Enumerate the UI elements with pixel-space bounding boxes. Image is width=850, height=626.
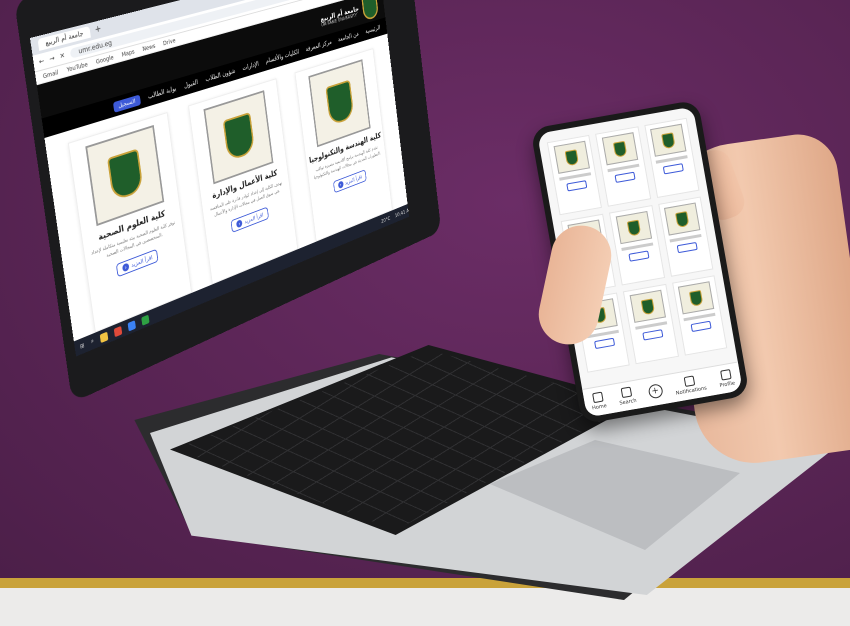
college-card[interactable]: كلية الهندسة والتكنولوجيا تقدم كلية الهن… bbox=[294, 48, 393, 242]
college-image bbox=[308, 59, 371, 148]
phone-nav-label: Notifications bbox=[675, 385, 708, 397]
read-more-button[interactable]: › اقرأ المزيد bbox=[332, 169, 367, 194]
phone-card-image bbox=[629, 289, 666, 323]
phone-card-image bbox=[664, 202, 701, 236]
university-shield-icon bbox=[361, 0, 379, 22]
bell-icon bbox=[683, 375, 696, 387]
phone-card-button[interactable] bbox=[628, 250, 650, 262]
folder-icon[interactable] bbox=[99, 331, 109, 343]
college-image bbox=[84, 125, 164, 227]
phone-card-title bbox=[655, 155, 688, 164]
college-card[interactable]: كلية الأعمال والإدارة تهدف الكلية إلى إع… bbox=[188, 78, 299, 285]
browser-icon[interactable] bbox=[127, 319, 137, 331]
weather-readout: 20°C bbox=[380, 215, 391, 225]
phone-card-title bbox=[621, 242, 654, 251]
phone-card-button[interactable] bbox=[614, 171, 636, 183]
search-icon bbox=[620, 386, 633, 399]
arrow-icon: › bbox=[236, 219, 243, 229]
phone-nav-home[interactable]: Home bbox=[590, 391, 608, 412]
windows-start-icon[interactable]: ⊞ bbox=[80, 342, 85, 350]
phone-card-button[interactable] bbox=[565, 180, 588, 192]
read-more-label: اقرأ المزيد bbox=[244, 211, 264, 225]
add-icon[interactable]: + bbox=[647, 383, 664, 400]
phone-card-button[interactable] bbox=[663, 163, 685, 175]
phone-card-button[interactable] bbox=[676, 241, 699, 254]
user-icon bbox=[719, 369, 732, 381]
shield-icon bbox=[626, 219, 642, 236]
college-image bbox=[203, 90, 274, 185]
phone-nav-label: Search bbox=[619, 397, 638, 407]
phone-nav-notifications[interactable]: Notifications bbox=[673, 374, 707, 397]
footer-band bbox=[0, 588, 850, 626]
shield-icon bbox=[689, 289, 704, 307]
nav-item[interactable]: الرئيسية bbox=[365, 24, 381, 35]
search-icon[interactable]: ⌕ bbox=[91, 337, 95, 346]
phone-card-button[interactable] bbox=[690, 320, 712, 332]
phone-card[interactable] bbox=[623, 283, 679, 365]
shield-icon bbox=[675, 210, 690, 228]
phone-card-title bbox=[635, 321, 668, 330]
shield-icon bbox=[325, 79, 355, 126]
shield-icon bbox=[612, 140, 628, 158]
phone-card-title bbox=[607, 163, 640, 173]
bookmark-item[interactable]: Maps bbox=[121, 48, 135, 58]
forward-icon[interactable]: → bbox=[49, 54, 55, 63]
whatsapp-icon[interactable] bbox=[141, 313, 150, 326]
phone-card-button[interactable] bbox=[593, 337, 615, 350]
phone-nav-search[interactable]: Search bbox=[617, 386, 637, 407]
shield-icon bbox=[640, 297, 656, 315]
bookmark-item[interactable]: News bbox=[142, 42, 156, 52]
site-title-block: جامعة أم الربيع UM RABIE UNIVERSITY bbox=[320, 4, 360, 27]
bookmark-item[interactable]: Gmail bbox=[42, 69, 58, 80]
phone-card-image bbox=[553, 140, 590, 174]
phone-card-image bbox=[650, 123, 687, 157]
phone-card[interactable] bbox=[643, 117, 700, 199]
app-icon[interactable] bbox=[114, 325, 123, 337]
read-more-label: اقرأ المزيد bbox=[130, 253, 153, 269]
phone-nav-label: Home bbox=[591, 403, 608, 412]
phone-card-title bbox=[558, 172, 591, 181]
phone-card-title bbox=[683, 312, 716, 322]
shield-icon bbox=[106, 148, 144, 202]
reload-icon[interactable]: ✕ bbox=[59, 51, 65, 60]
phone-nav-label: Profile bbox=[719, 380, 736, 390]
phone-nav-profile[interactable]: Profile bbox=[717, 369, 735, 389]
phone-card-image bbox=[678, 281, 715, 315]
phone-card[interactable] bbox=[546, 134, 603, 216]
phone-card[interactable] bbox=[609, 205, 665, 286]
phone-card[interactable] bbox=[657, 196, 714, 277]
phone-card-title bbox=[669, 233, 702, 243]
arrow-icon: › bbox=[337, 180, 344, 190]
nav-item[interactable]: عن الجامعة bbox=[338, 30, 360, 43]
nav-item[interactable]: الإدارات bbox=[242, 60, 259, 72]
back-icon[interactable]: ← bbox=[38, 57, 44, 66]
phone-card-image bbox=[601, 132, 639, 166]
shield-icon bbox=[661, 131, 676, 149]
bookmark-item[interactable]: Drive bbox=[163, 37, 176, 47]
new-tab-icon[interactable]: + bbox=[94, 24, 102, 35]
clock: 10:41 AM bbox=[394, 206, 410, 219]
phone-card[interactable] bbox=[595, 126, 651, 207]
nav-item[interactable]: القبول bbox=[184, 78, 199, 89]
arrow-icon: › bbox=[121, 262, 130, 273]
home-icon bbox=[591, 391, 604, 404]
shield-icon bbox=[222, 111, 256, 162]
phone-card-image bbox=[615, 210, 653, 245]
gold-divider bbox=[0, 578, 850, 588]
phone-card[interactable] bbox=[671, 275, 728, 356]
phone-card-button[interactable] bbox=[642, 329, 664, 341]
read-more-label: اقرأ المزيد bbox=[344, 173, 363, 186]
shield-icon bbox=[564, 148, 579, 166]
